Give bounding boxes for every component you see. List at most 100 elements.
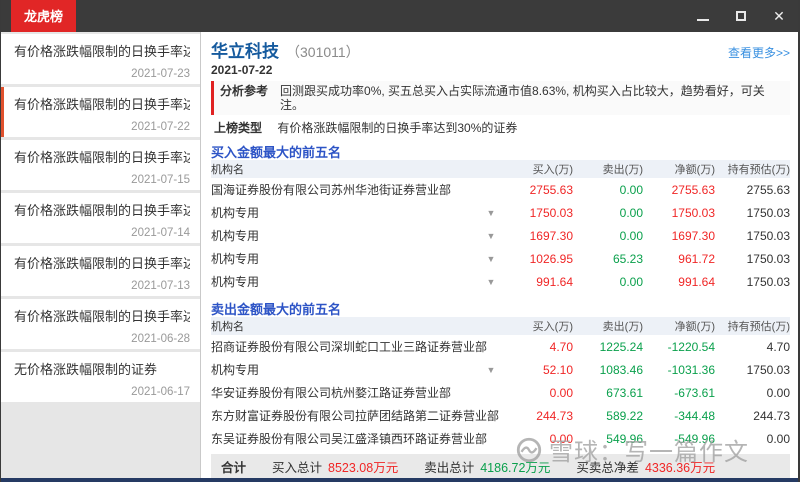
broker-name: 机构专用 [211,363,260,377]
maximize-icon [736,11,746,21]
chevron-down-icon[interactable]: ▼ [481,365,501,375]
hold-estimate: 0.00 [766,431,790,446]
sell-total-label: 卖出总计 [424,460,475,475]
list-item-date: 2021-06-28 [131,333,190,345]
list-item-title: 有价格涨跌幅限制的日换手率达到… [14,150,190,165]
analysis-label: 分析参考 [220,84,269,98]
buy-amount: 1026.95 [529,251,573,266]
net-amount: -1031.36 [667,362,715,377]
chevron-down-icon[interactable]: ▼ [481,208,501,218]
buy-section-heading: 买入金额最大的前五名 [211,145,342,160]
view-more-link[interactable]: 查看更多>> [728,44,790,61]
chevron-down-icon[interactable]: ▼ [481,277,501,287]
analysis-text: 回测跟买成功率0%, 买五总买入占实际流通市值8.63%, 机构买入占比较大，趋… [280,84,765,112]
chevron-down-icon[interactable]: ▼ [481,254,501,264]
col-net: 净额(万) [674,164,715,176]
buy-total-label: 买入总计 [272,460,323,475]
hold-estimate: 1750.03 [746,228,790,243]
broker-name: 华安证券股份有限公司杭州婺江路证券营业部 [211,386,452,400]
window-controls: ✕ [684,0,798,32]
sidebar-list-item[interactable]: 有价格涨跌幅限制的日换手率达到… 2021-07-14 [1,193,200,243]
buy-amount: 52.10 [542,362,573,377]
hold-estimate: 0.00 [766,385,790,400]
sell-amount: 0.00 [619,205,643,220]
col-sell: 卖出(万) [602,321,643,333]
list-item-title: 无价格涨跌幅限制的证券 [14,362,158,377]
broker-name: 东方财富证券股份有限公司拉萨团结路第二证券营业部 [211,409,500,423]
col-hold: 持有预估(万) [727,321,790,333]
list-item-date: 2021-07-23 [131,68,190,80]
list-item-title: 有价格涨跌幅限制的日换手率达到… [14,309,190,324]
sidebar-list-item[interactable]: 有价格涨跌幅限制的日换手率达到… 2021-07-15 [1,140,200,190]
analysis-row: 分析参考 回测跟买成功率0%, 买五总买入占实际流通市值8.63%, 机构买入占… [211,81,790,115]
sell-section-heading: 卖出金额最大的前五名 [211,302,342,317]
net-amount: 1697.30 [671,228,715,243]
sell-amount: 589.22 [606,408,643,423]
tab-longhubang[interactable]: 龙虎榜 [11,0,77,32]
list-item-title: 有价格涨跌幅限制的日换手率达到… [14,203,190,218]
sell-table-body: 招商证券股份有限公司深圳蛇口工业三路证券营业部 ▼ 4.70 1225.24 -… [211,335,790,450]
chevron-down-icon[interactable]: ▼ [481,231,501,241]
broker-name: 招商证券股份有限公司深圳蛇口工业三路证券营业部 [211,340,488,354]
buy-amount: 0.00 [549,431,573,446]
hold-estimate: 1750.03 [746,274,790,289]
chevron-down-icon[interactable]: ▼ [481,411,501,421]
list-item-date: 2021-07-22 [131,121,190,133]
hold-estimate: 1750.03 [746,205,790,220]
app-body: 有价格涨跌幅限制的日换手率达到… 2021-07-23 有价格涨跌幅限制的日换手… [1,32,798,478]
net-amount: 961.72 [678,251,715,266]
totals-bar: 合计 买入总计 8523.08万元 卖出总计 4186.72万元 买卖总净差 4… [211,454,790,478]
buy-amount: 0.00 [549,385,573,400]
broker-name: 机构专用 [211,206,260,220]
sell-table-row: 机构专用 ▼ 52.10 1083.46 -1031.36 1750.03 [211,358,790,381]
sidebar-list-item[interactable]: 有价格涨跌幅限制的日换手率达到… 2021-07-23 [1,34,200,84]
col-sell: 卖出(万) [602,164,643,176]
buy-total-value: 8523.08万元 [328,460,399,475]
sidebar-list-item[interactable]: 无价格涨跌幅限制的证券 2021-06-17 [1,352,200,402]
sell-amount: 673.61 [606,385,643,400]
list-type-row: 上榜类型 有价格涨跌幅限制的日换手率达到30%的证券 [211,119,790,136]
buy-table-row: 机构专用 ▼ 1026.95 65.23 961.72 1750.03 [211,247,790,270]
net-amount: -549.96 [674,431,715,446]
net-amount: -344.48 [674,408,715,423]
list-type-label: 上榜类型 [214,121,263,135]
buy-table-header: 机构名 买入(万) 卖出(万) 净额(万) 持有预估(万) [211,160,790,178]
stock-code: （301011） [286,44,360,60]
list-item-title: 有价格涨跌幅限制的日换手率达到… [14,97,190,112]
main-panel: 华立科技 （301011） 查看更多>> 2021-07-22 分析参考 回测跟… [201,32,798,478]
col-buy: 买入(万) [532,321,573,333]
stock-name: 华立科技 [211,42,279,61]
report-date: 2021-07-22 [211,63,273,77]
net-amount: -1220.54 [667,339,715,354]
hold-estimate: 4.70 [766,339,790,354]
broker-name: 机构专用 [211,275,260,289]
hold-estimate: 244.73 [753,408,790,423]
broker-name: 东吴证券股份有限公司吴江盛泽镇西环路证券营业部 [211,432,488,446]
sell-table-row: 华安证券股份有限公司杭州婺江路证券营业部 ▼ 0.00 673.61 -673.… [211,381,790,404]
col-hold: 持有预估(万) [727,164,790,176]
list-item-title: 有价格涨跌幅限制的日换手率达到… [14,44,190,59]
sidebar-list-item[interactable]: 有价格涨跌幅限制的日换手率达到… 2021-07-22 [1,87,200,137]
list-item-date: 2021-07-14 [131,227,190,239]
list-item-date: 2021-07-15 [131,174,190,186]
maximize-button[interactable] [722,0,760,32]
sidebar: 有价格涨跌幅限制的日换手率达到… 2021-07-23 有价格涨跌幅限制的日换手… [1,32,201,478]
buy-amount: 4.70 [549,339,573,354]
buy-amount: 1697.30 [529,228,573,243]
sell-amount: 549.96 [606,431,643,446]
sidebar-list-item[interactable]: 有价格涨跌幅限制的日换手率达到… 2021-06-28 [1,299,200,349]
sell-table-row: 东吴证券股份有限公司吴江盛泽镇西环路证券营业部 ▼ 0.00 549.96 -5… [211,427,790,450]
minimize-button[interactable] [684,0,722,32]
sell-amount: 65.23 [612,251,643,266]
close-button[interactable]: ✕ [760,0,798,32]
col-broker: 机构名 [211,321,244,333]
sell-amount: 0.00 [619,274,643,289]
buy-table-row: 机构专用 ▼ 1750.03 0.00 1750.03 1750.03 [211,201,790,224]
sidebar-list-item[interactable]: 有价格涨跌幅限制的日换手率达到… 2021-07-13 [1,246,200,296]
buy-table-row: 国海证券股份有限公司苏州华池街证券营业部 ▼ 2755.63 0.00 2755… [211,178,790,201]
list-type-text: 有价格涨跌幅限制的日换手率达到30%的证券 [277,121,518,135]
buy-table-row: 机构专用 ▼ 991.64 0.00 991.64 1750.03 [211,270,790,293]
sell-table-row: 东方财富证券股份有限公司拉萨团结路第二证券营业部 ▼ 244.73 589.22… [211,404,790,427]
broker-name: 国海证券股份有限公司苏州华池街证券营业部 [211,183,452,197]
list-item-date: 2021-06-17 [131,386,190,398]
